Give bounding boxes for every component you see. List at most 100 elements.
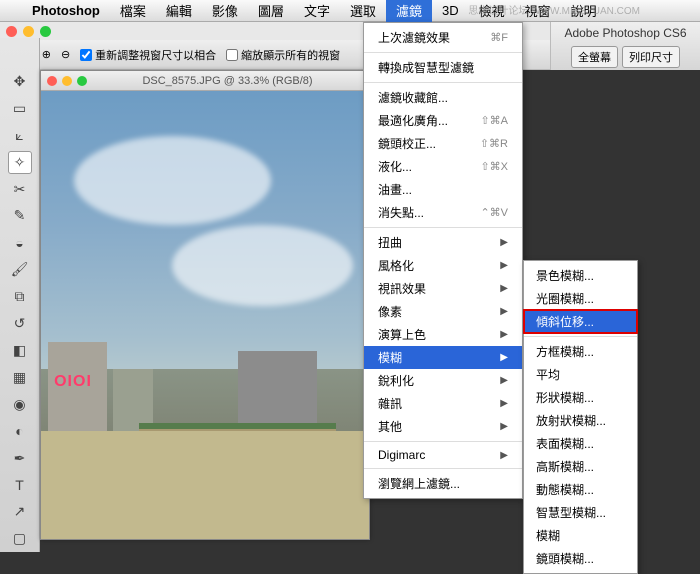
submenu-arrow-icon: ▶ [500,352,508,363]
document-window: DSC_8575.JPG @ 33.3% (RGB/8) OIOI [40,70,370,540]
zoom-icon[interactable] [40,26,51,37]
menu-separator [364,468,522,469]
crop-tool-icon[interactable]: ✂ [8,178,32,201]
blur-tool-icon[interactable]: ◉ [8,393,32,416]
submenu-shape-blur[interactable]: 形狀模糊... [524,386,637,409]
submenu-arrow-icon: ▶ [500,375,508,386]
submenu-arrow-icon: ▶ [500,450,508,461]
menu-sharpen[interactable]: 銳利化▶ [364,369,522,392]
pen-tool-icon[interactable]: ✒ [8,447,32,470]
zoom-all-windows-checkbox[interactable]: 縮放顯示所有的視窗 [226,47,340,63]
menu-oil-paint[interactable]: 油畫... [364,178,522,201]
image-building [238,351,317,432]
submenu-arrow-icon: ▶ [500,329,508,340]
submenu-blur[interactable]: 模糊 [524,524,637,547]
menu-filter[interactable]: 濾鏡 [386,0,432,22]
menu-type[interactable]: 文字 [294,0,340,22]
blur-submenu: 景色模糊... 光圈模糊... 傾斜位移... 方框模糊... 平均 形狀模糊.… [523,260,638,574]
submenu-box-blur[interactable]: 方框模糊... [524,340,637,363]
submenu-average[interactable]: 平均 [524,363,637,386]
menu-other[interactable]: 其他▶ [364,415,522,438]
doc-minimize-icon[interactable] [62,76,72,86]
menu-render[interactable]: 演算上色▶ [364,323,522,346]
path-tool-icon[interactable]: ↗ [8,500,32,523]
type-tool-icon[interactable]: T [8,473,32,496]
menu-file[interactable]: 檔案 [110,0,156,22]
product-name: Adobe Photoshop CS6 [551,22,700,44]
menu-blur[interactable]: 模糊▶ [364,346,522,369]
document-title: DSC_8575.JPG @ 33.3% (RGB/8) [92,75,363,87]
gradient-tool-icon[interactable]: ▦ [8,366,32,389]
menu-adaptive-wide-angle[interactable]: 最適化廣角...⇧⌘A [364,109,522,132]
image-cloud [74,136,271,226]
menu-separator [364,227,522,228]
menu-lens-correction[interactable]: 鏡頭校正...⇧⌘R [364,132,522,155]
menu-noise[interactable]: 雜訊▶ [364,392,522,415]
shape-tool-icon[interactable]: ▢ [8,527,32,550]
fullscreen-button[interactable]: 全螢幕 [571,46,618,68]
submenu-iris-blur[interactable]: 光圈模糊... [524,287,637,310]
right-options: Adobe Photoshop CS6 全螢幕 列印尺寸 [550,22,700,70]
document-canvas[interactable]: OIOI [41,91,369,539]
menu-separator [364,82,522,83]
eyedropper-tool-icon[interactable]: ✎ [8,205,32,228]
printsize-button[interactable]: 列印尺寸 [622,46,680,68]
doc-zoom-icon[interactable] [77,76,87,86]
menu-3d[interactable]: 3D [432,0,469,22]
marquee-tool-icon[interactable]: ▭ [8,97,32,120]
menu-distort[interactable]: 扭曲▶ [364,231,522,254]
submenu-smart-blur[interactable]: 智慧型模糊... [524,501,637,524]
submenu-field-blur[interactable]: 景色模糊... [524,264,637,287]
close-icon[interactable] [6,26,17,37]
menu-digimarc[interactable]: Digimarc▶ [364,445,522,465]
image-ground [41,431,369,539]
watermark: 思缘设计论坛 WWW.MISSYUAN.COM [468,2,640,17]
submenu-gaussian-blur[interactable]: 高斯模糊... [524,455,637,478]
menu-vanishing-point[interactable]: 消失點...⌃⌘V [364,201,522,224]
brush-tool-icon[interactable]: 🖌 [8,258,32,281]
menu-separator [364,52,522,53]
image-cloud [172,225,352,306]
lasso-tool-icon[interactable]: ⟀ [8,124,32,147]
submenu-arrow-icon: ▶ [500,237,508,248]
menu-convert-smart[interactable]: 轉換成智慧型濾鏡 [364,56,522,79]
resize-window-checkbox[interactable]: 重新調整視窗尺寸以相合 [80,47,216,63]
dodge-tool-icon[interactable]: ◐ [8,420,32,443]
menu-image[interactable]: 影像 [202,0,248,22]
document-titlebar: DSC_8575.JPG @ 33.3% (RGB/8) [41,71,369,91]
submenu-radial-blur[interactable]: 放射狀模糊... [524,409,637,432]
image-sign: OIOI [54,373,92,391]
move-tool-icon[interactable]: ✥ [8,70,32,93]
eraser-tool-icon[interactable]: ◧ [8,339,32,362]
menu-pixelate[interactable]: 像素▶ [364,300,522,323]
menu-filter-gallery[interactable]: 濾鏡收藏館... [364,86,522,109]
submenu-lens-blur[interactable]: 鏡頭模糊... [524,547,637,570]
submenu-arrow-icon: ▶ [500,283,508,294]
stamp-tool-icon[interactable]: ⧉ [8,285,32,308]
menu-layer[interactable]: 圖層 [248,0,294,22]
minimize-icon[interactable] [23,26,34,37]
menu-last-filter[interactable]: 上次濾鏡效果⌘F [364,26,522,49]
menu-separator [524,336,637,337]
submenu-surface-blur[interactable]: 表面模糊... [524,432,637,455]
menu-stylize[interactable]: 風格化▶ [364,254,522,277]
history-brush-tool-icon[interactable]: ↺ [8,312,32,335]
menu-browse-filters[interactable]: 瀏覽網上濾鏡... [364,472,522,495]
menu-liquify[interactable]: 液化...⇧⌘X [364,155,522,178]
magic-wand-tool-icon[interactable]: ✧ [8,151,32,174]
zoom-out-icon[interactable]: ⊖ [61,48,70,61]
submenu-tilt-shift[interactable]: 傾斜位移... [524,310,637,333]
app-name[interactable]: Photoshop [22,3,110,18]
submenu-arrow-icon: ▶ [500,421,508,432]
zoom-in-icon[interactable]: ⊕ [42,48,51,61]
submenu-arrow-icon: ▶ [500,306,508,317]
menu-select[interactable]: 選取 [340,0,386,22]
doc-close-icon[interactable] [47,76,57,86]
filter-menu-dropdown: 上次濾鏡效果⌘F 轉換成智慧型濾鏡 濾鏡收藏館... 最適化廣角...⇧⌘A 鏡… [363,22,523,499]
submenu-arrow-icon: ▶ [500,260,508,271]
menu-video[interactable]: 視訊效果▶ [364,277,522,300]
healing-tool-icon[interactable]: ◒ [8,231,32,254]
submenu-motion-blur[interactable]: 動態模糊... [524,478,637,501]
menu-edit[interactable]: 編輯 [156,0,202,22]
tools-panel: ✥ ▭ ⟀ ✧ ✂ ✎ ◒ 🖌 ⧉ ↺ ◧ ▦ ◉ ◐ ✒ T ↗ ▢ [0,38,40,552]
